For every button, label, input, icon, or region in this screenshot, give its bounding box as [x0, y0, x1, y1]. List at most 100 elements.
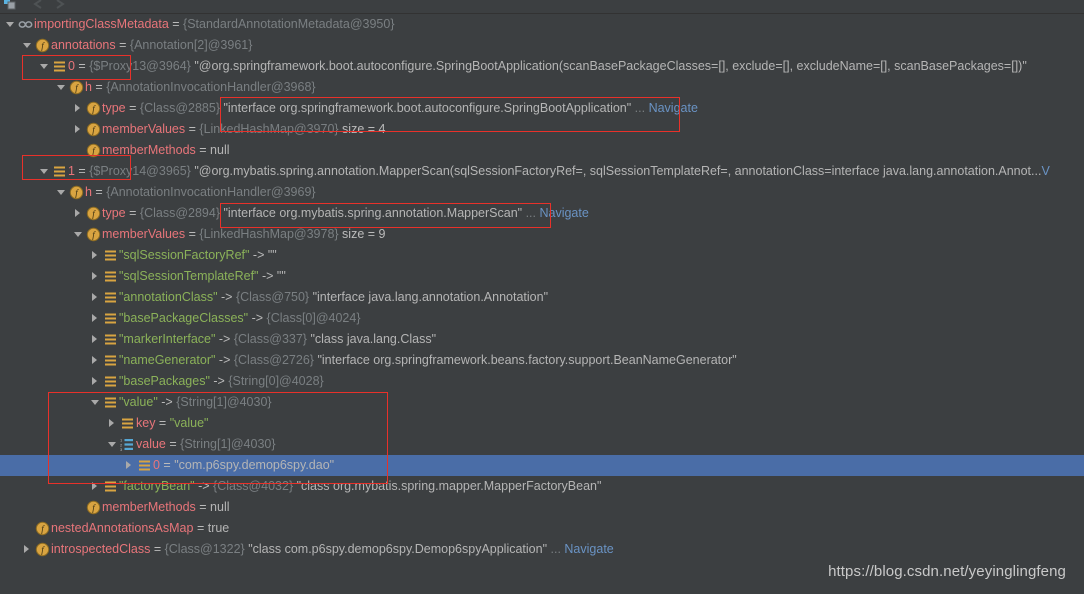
node-operator: = [165, 437, 181, 451]
watermark: https://blog.csdn.net/yeyinglingfeng [828, 563, 1066, 580]
node-reference: {String[0]@4028} [228, 374, 324, 388]
watches-icon[interactable] [2, 0, 18, 12]
array-icon [102, 245, 119, 266]
node-operator: -> [209, 374, 229, 388]
node-operator: = [91, 80, 107, 94]
expand-arrow-icon[interactable] [89, 371, 102, 392]
step-forward-icon[interactable] [52, 0, 68, 12]
tree-row[interactable]: 1 2 3 value = {String[1]@4030} [0, 434, 1084, 455]
node-name: "markerInterface" [119, 332, 216, 346]
node-ellipsis: ... [631, 101, 649, 115]
field-icon: f [85, 203, 102, 224]
tree-row-selected[interactable]: 0 = "com.p6spy.demop6spy.dao" [0, 455, 1084, 476]
tree-row[interactable]: "markerInterface" -> {Class@337} "class … [0, 329, 1084, 350]
node-reference: {Annotation[2]@3961} [129, 38, 253, 52]
node-operator: = [168, 17, 184, 31]
tree-row[interactable]: f memberMethods = null [0, 497, 1084, 518]
collapse-arrow-icon[interactable] [55, 77, 68, 98]
node-value: "value" [169, 416, 209, 430]
array-icon [136, 455, 153, 476]
node-operator: = [74, 59, 90, 73]
expand-arrow-icon[interactable] [106, 413, 119, 434]
expand-arrow-icon[interactable] [89, 476, 102, 497]
tree-row[interactable]: f type = {Class@2894} "interface org.myba… [0, 203, 1084, 224]
tree-row[interactable]: f nestedAnnotationsAsMap = true [0, 518, 1084, 539]
tree-row[interactable]: "factoryBean" -> {Class@4032} "class org… [0, 476, 1084, 497]
node-value: "com.p6spy.demop6spy.dao" [174, 458, 335, 472]
field-icon: f [85, 98, 102, 119]
tree-row[interactable]: "annotationClass" -> {Class@750} "interf… [0, 287, 1084, 308]
node-value: "@org.mybatis.spring.annotation.MapperSc… [190, 164, 1042, 178]
expand-arrow-icon[interactable] [89, 245, 102, 266]
tree-row[interactable]: "sqlSessionFactoryRef" -> "" [0, 245, 1084, 266]
array-icon [102, 308, 119, 329]
node-reference: {StandardAnnotationMetadata@3950} [183, 17, 395, 31]
tree-row[interactable]: fh = {AnnotationInvocationHandler@3968} [0, 77, 1084, 98]
tree-row[interactable]: "value" -> {String[1]@4030} [0, 392, 1084, 413]
expand-arrow-icon[interactable] [21, 539, 34, 560]
tree-row[interactable]: "nameGenerator" -> {Class@2726} "interfa… [0, 350, 1084, 371]
tree-row[interactable]: 0 = {$Proxy13@3964} "@org.springframewor… [0, 56, 1084, 77]
tree-row[interactable]: f memberValues = {LinkedHashMap@3970} siz… [0, 119, 1084, 140]
navigate-link[interactable]: Navigate [649, 101, 698, 115]
tree-row[interactable]: importingClassMetadata = {StandardAnnota… [0, 14, 1084, 35]
expand-arrow-icon[interactable] [89, 266, 102, 287]
node-value: "" [276, 269, 286, 283]
navigate-link[interactable]: Navigate [539, 206, 588, 220]
expand-arrow-icon[interactable] [89, 308, 102, 329]
node-name: "factoryBean" [119, 479, 195, 493]
variables-tree[interactable]: importingClassMetadata = {StandardAnnota… [0, 14, 1084, 594]
node-name: type [102, 101, 126, 115]
node-operator: -> [194, 479, 214, 493]
expand-arrow-icon[interactable] [72, 119, 85, 140]
array-icon [102, 329, 119, 350]
tree-row[interactable]: fh = {AnnotationInvocationHandler@3969} [0, 182, 1084, 203]
navigate-link[interactable]: V [1041, 164, 1049, 178]
tree-row[interactable]: f type = {Class@2885} "interface org.spri… [0, 98, 1084, 119]
field-icon: f [68, 182, 85, 203]
step-back-icon[interactable] [30, 0, 46, 12]
numbered-array-icon: 123 [119, 434, 136, 455]
expand-arrow-icon[interactable] [89, 329, 102, 350]
node-reference: {Class@1322} [164, 542, 245, 556]
collapse-arrow-icon[interactable] [21, 35, 34, 56]
tree-row[interactable]: f introspectedClass = {Class@1322} "class… [0, 539, 1084, 560]
collapse-arrow-icon[interactable] [38, 56, 51, 77]
tree-row[interactable]: f memberValues = {LinkedHashMap@3978} siz… [0, 224, 1084, 245]
collapse-arrow-icon[interactable] [89, 392, 102, 413]
node-value: "interface java.lang.annotation.Annotati… [309, 290, 549, 304]
expand-arrow-icon[interactable] [72, 203, 85, 224]
collapse-arrow-icon[interactable] [55, 182, 68, 203]
navigate-link[interactable]: Navigate [564, 542, 613, 556]
node-name: "nameGenerator" [119, 353, 216, 367]
node-name: annotations [51, 38, 116, 52]
expand-arrow-icon[interactable] [89, 350, 102, 371]
tree-row[interactable]: f annotations = {Annotation[2]@3961} [0, 35, 1084, 56]
collapse-arrow-icon[interactable] [4, 14, 17, 35]
field-icon: f [85, 140, 102, 161]
expand-arrow-icon[interactable] [89, 287, 102, 308]
collapse-arrow-icon[interactable] [106, 434, 119, 455]
tree-row[interactable]: "sqlSessionTemplateRef" -> "" [0, 266, 1084, 287]
collapse-arrow-icon[interactable] [72, 224, 85, 245]
node-name: type [102, 206, 126, 220]
node-value: "class com.p6spy.demop6spy.Demop6spyAppl… [244, 542, 548, 556]
collapse-arrow-icon[interactable] [38, 161, 51, 182]
tree-row[interactable]: key = "value" [0, 413, 1084, 434]
tree-row[interactable]: 1 = {$Proxy14@3965} "@org.mybatis.spring… [0, 161, 1084, 182]
field-icon: f [85, 497, 102, 518]
array-icon [119, 413, 136, 434]
array-icon [102, 350, 119, 371]
expand-arrow-icon[interactable] [72, 98, 85, 119]
node-reference: {Class@337} [233, 332, 307, 346]
node-reference: {Class@2894} [139, 206, 220, 220]
array-icon [102, 476, 119, 497]
node-operator: = [150, 542, 165, 556]
tree-row[interactable]: "basePackages" -> {String[0]@4028} [0, 371, 1084, 392]
tree-row[interactable]: "basePackageClasses" -> {Class[0]@4024} [0, 308, 1084, 329]
tree-row[interactable]: f memberMethods = null [0, 140, 1084, 161]
no-arrow-spacer [72, 497, 85, 518]
expand-arrow-icon[interactable] [123, 455, 136, 476]
no-arrow-spacer [72, 140, 85, 161]
node-name: memberMethods [102, 500, 196, 514]
